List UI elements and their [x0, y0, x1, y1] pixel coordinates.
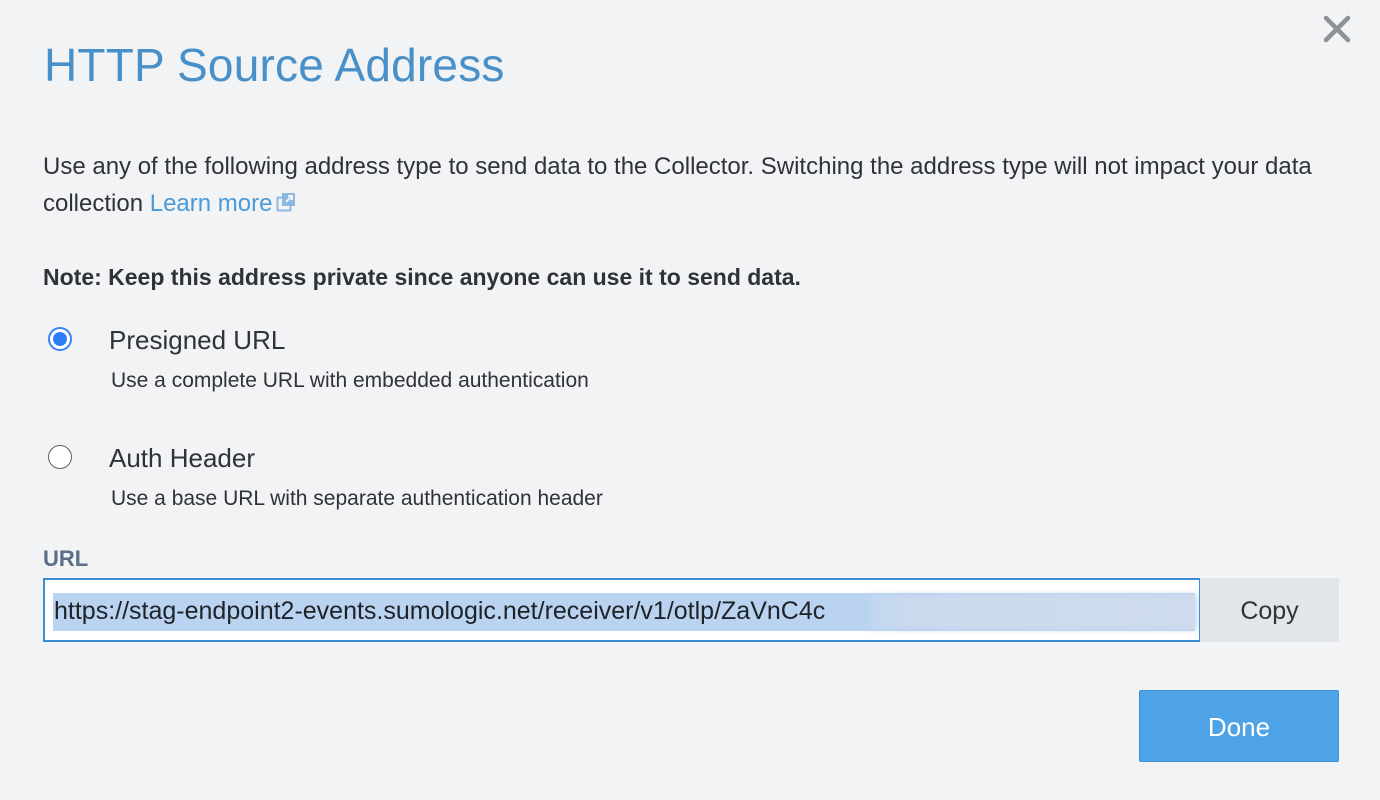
dialog-description: Use any of the following address type to…	[43, 148, 1333, 222]
url-value: https://stag-endpoint2-events.sumologic.…	[54, 597, 826, 625]
learn-more-link[interactable]: Learn more	[150, 190, 297, 217]
auth-header-label: Auth Header	[109, 443, 255, 473]
presigned-url-label: Presigned URL	[109, 325, 286, 355]
done-button[interactable]: Done	[1139, 690, 1339, 762]
external-link-icon	[276, 193, 296, 212]
close-icon	[1323, 15, 1351, 43]
presigned-url-radio[interactable]	[48, 327, 72, 351]
url-input[interactable]: https://stag-endpoint2-events.sumologic.…	[43, 578, 1201, 642]
privacy-note: Note: Keep this address private since an…	[43, 264, 801, 290]
auth-header-radio[interactable]	[48, 445, 72, 469]
auth-header-description: Use a base URL with separate authenticat…	[111, 487, 603, 510]
http-source-address-dialog: HTTP Source Address Use any of the follo…	[0, 0, 1380, 800]
learn-more-label: Learn more	[149, 190, 273, 217]
presigned-url-description: Use a complete URL with embedded authent…	[111, 369, 589, 392]
url-row: https://stag-endpoint2-events.sumologic.…	[43, 578, 1339, 642]
dialog-title: HTTP Source Address	[44, 39, 505, 91]
close-button[interactable]	[1322, 14, 1352, 44]
url-field-label: URL	[43, 546, 89, 571]
copy-button[interactable]: Copy	[1200, 578, 1339, 642]
redacted-url-segment	[870, 594, 1198, 630]
